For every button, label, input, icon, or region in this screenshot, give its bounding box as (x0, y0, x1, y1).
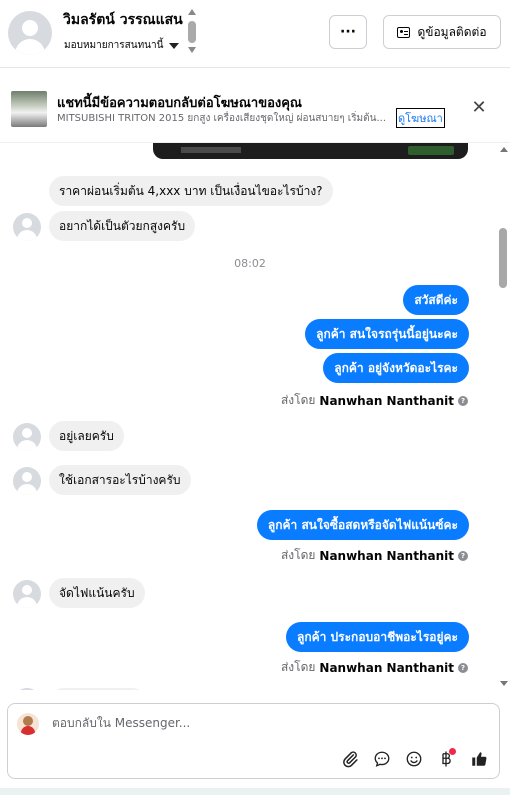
contact-avatar[interactable] (8, 11, 52, 55)
ad-reply-banner: แชทนี้มีข้อความตอบกลับต่อโฆษณาของคุณ MIT… (0, 82, 510, 136)
ad-banner-title: แชทนี้มีข้อความตอบกลับต่อโฆษณาของคุณ (57, 96, 302, 111)
ad-banner-description: MITSUBISHI TRITON 2015 ยกสูง เครื่องเสีย… (57, 113, 387, 124)
incoming-message[interactable] (49, 688, 147, 690)
scroll-down-icon[interactable] (188, 47, 196, 53)
sent-by-line: ส่งโดย Nanwhan Nanthanit ? (281, 546, 468, 565)
smiley-icon[interactable] (403, 748, 425, 770)
bottom-strip (0, 788, 510, 795)
caret-down-icon (169, 42, 180, 49)
more-options-button[interactable]: ··· (329, 15, 367, 49)
view-ad-link[interactable]: ดูโฆษณา (396, 108, 445, 128)
contact-name[interactable]: วิมลรัตน์ วรรณแสน (63, 9, 183, 31)
info-icon[interactable]: ? (458, 395, 468, 406)
outgoing-message[interactable]: ลูกค้า สนใจซื้อสดหรือจัดไฟแน้นซ์คะ (256, 510, 469, 540)
sent-by-line: ส่งโดย Nanwhan Nanthanit ? (281, 391, 468, 410)
customer-avatar (13, 580, 41, 608)
message-timestamp: 08:02 (234, 257, 266, 270)
assign-conversation-dropdown[interactable]: มอบหมายการสนทนานี้ (64, 38, 180, 53)
outgoing-message[interactable]: ลูกค้า อยู่จังหวัดอะไรคะ (323, 353, 469, 383)
message-composer (7, 703, 500, 779)
incoming-message[interactable]: อยากได้เป็นตัวยกสูงครับ (49, 211, 196, 241)
chat-bubble-icon[interactable] (371, 748, 393, 770)
sent-by-line: ส่งโดย Nanwhan Nanthanit ? (281, 658, 468, 677)
incoming-message[interactable]: อยู่เลยครับ (49, 421, 124, 451)
page-avatar (17, 713, 39, 735)
thread-scrollbar[interactable] (497, 142, 510, 690)
paperclip-icon[interactable] (339, 748, 361, 770)
thumbs-up-icon[interactable] (468, 748, 490, 770)
conversation-header: วิมลรัตน์ วรรณแสน มอบหมายการสนทนานี้ ···… (0, 0, 510, 68)
outgoing-message[interactable]: ลูกค้า สนใจรถรุ่นนี้อยู่นะคะ (305, 319, 469, 349)
contact-card-icon (397, 26, 411, 38)
message-thread[interactable]: ราคาผ่อนเริ่มต้น 4,xxx บาท เป็นเงื่อนไขอ… (0, 142, 510, 690)
customer-avatar (13, 467, 41, 495)
info-icon[interactable]: ? (458, 550, 468, 561)
view-contact-info-label: ดูข้อมูลติดต่อ (417, 24, 487, 39)
close-icon[interactable]: ✕ (466, 94, 492, 120)
scroll-thumb[interactable] (188, 21, 196, 43)
sender-name: Nanwhan Nanthanit (319, 660, 454, 675)
scroll-thumb[interactable] (499, 228, 507, 288)
sent-by-label: ส่งโดย (280, 393, 316, 407)
ad-preview-image[interactable] (153, 143, 468, 159)
incoming-message[interactable]: ใช้เอกสารอะไรบ้างครับ (49, 465, 191, 495)
sender-name: Nanwhan Nanthanit (319, 393, 454, 408)
notification-dot (449, 748, 456, 755)
view-contact-info-button[interactable]: ดูข้อมูลติดต่อ (383, 15, 501, 49)
outgoing-message[interactable]: สวัสดีค่ะ (403, 285, 469, 315)
incoming-message[interactable]: ราคาผ่อนเริ่มต้น 4,xxx บาท เป็นเงื่อนไขอ… (49, 176, 333, 206)
scroll-up-icon[interactable] (500, 147, 508, 152)
customer-avatar (13, 688, 41, 690)
sent-by-label: ส่งโดย (280, 548, 316, 562)
reply-input[interactable] (52, 716, 472, 730)
header-scrollbar[interactable] (187, 9, 197, 55)
scroll-down-icon[interactable] (500, 681, 508, 686)
scroll-up-icon[interactable] (188, 9, 196, 15)
customer-avatar (13, 423, 41, 451)
sender-name: Nanwhan Nanthanit (319, 548, 454, 563)
ad-thumbnail[interactable] (11, 91, 47, 127)
baht-icon[interactable] (435, 748, 457, 770)
outgoing-message[interactable]: ลูกค้า ประกอบอาชีพอะไรอยู่คะ (285, 622, 469, 652)
ellipsis-icon: ··· (340, 24, 356, 40)
assign-label: มอบหมายการสนทนานี้ (64, 40, 164, 51)
incoming-message[interactable]: จัดไฟแน้นครับ (49, 578, 145, 608)
customer-avatar (13, 213, 41, 241)
sent-by-label: ส่งโดย (280, 660, 316, 674)
info-icon[interactable]: ? (458, 662, 468, 673)
